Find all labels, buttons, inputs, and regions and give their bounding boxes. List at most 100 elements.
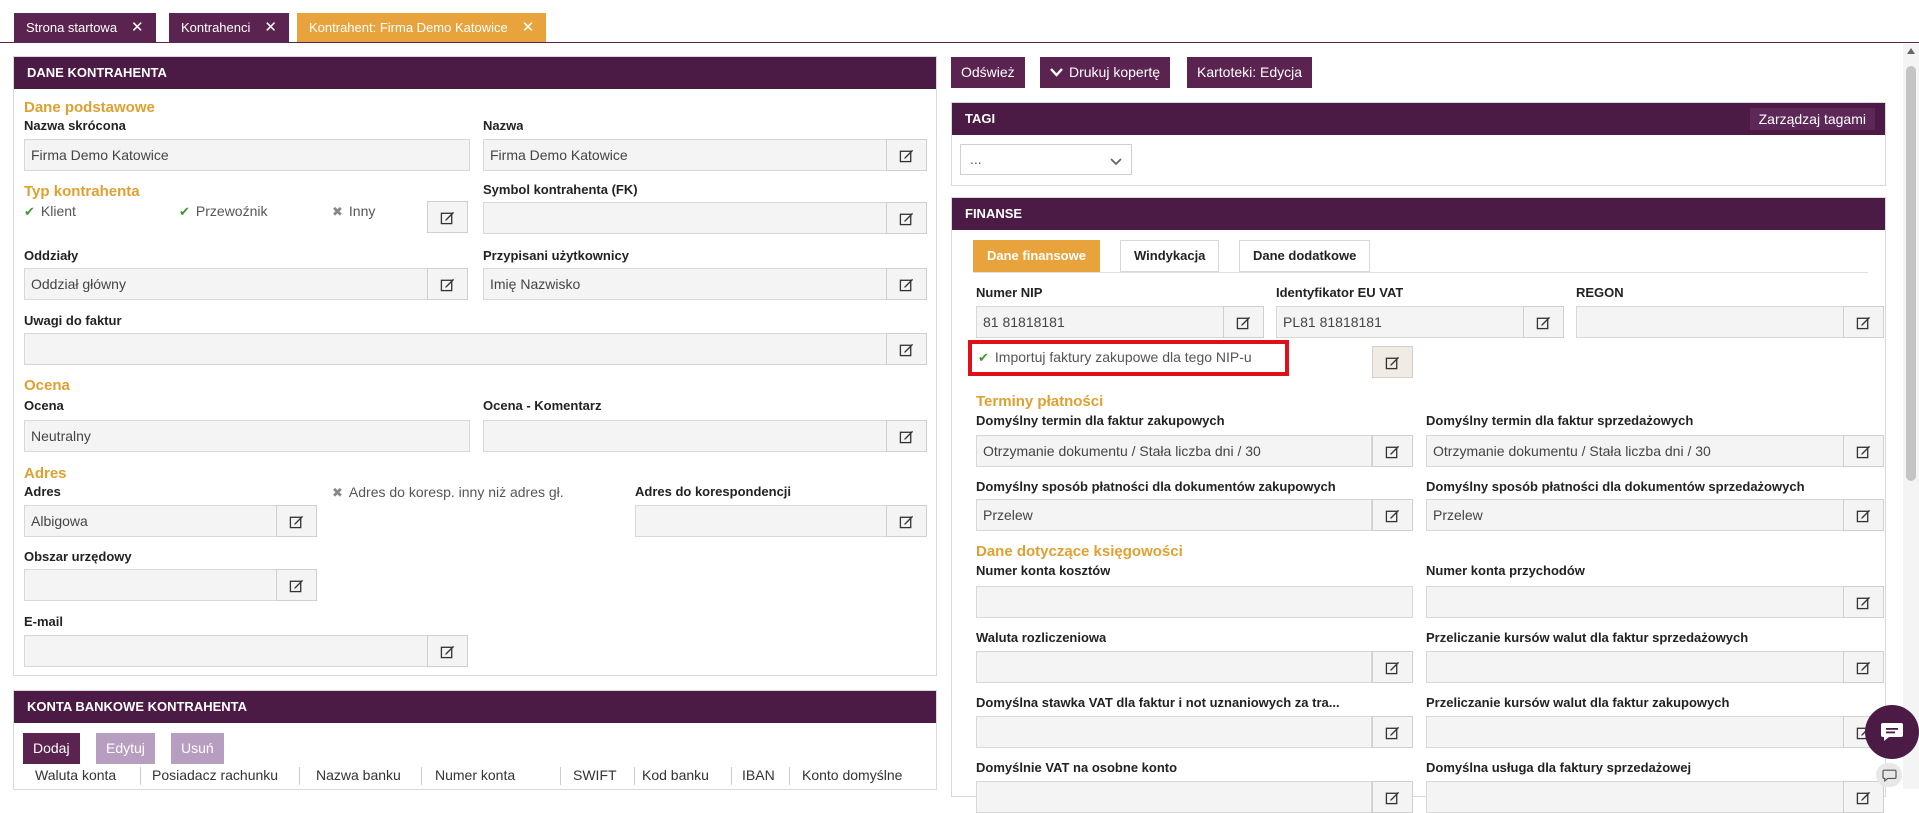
edit-eu-vat-button[interactable] <box>1523 306 1564 338</box>
term-sales-label: Domyślny termin dla faktur sprzedażowych <box>1426 413 1694 428</box>
edit-branches-button[interactable] <box>427 268 468 300</box>
name-field[interactable]: Firma Demo Katowice <box>483 139 887 171</box>
users-label: Przypisani użytkownicy <box>483 248 629 263</box>
vat-rate-field[interactable] <box>976 716 1372 748</box>
page-scrollbar[interactable] <box>1903 44 1919 789</box>
scroll-up-icon[interactable] <box>1907 48 1915 54</box>
nip-field[interactable]: 81 81818181 <box>976 306 1224 338</box>
edit-icon <box>1856 596 1871 609</box>
edit-term-sales-button[interactable] <box>1843 435 1884 467</box>
edit-name-button[interactable] <box>886 139 927 171</box>
tab-finance-data[interactable]: Dane finansowe <box>973 240 1100 272</box>
column-header[interactable]: Nazwa banku <box>316 767 401 783</box>
default-service-field[interactable] <box>1426 781 1844 813</box>
help-chat-button[interactable] <box>1876 763 1902 787</box>
currency-field[interactable] <box>976 651 1372 683</box>
edit-icon <box>899 278 914 291</box>
revenue-account-label: Numer konta przychodów <box>1426 563 1585 578</box>
term-purchase-field[interactable]: Otrzymanie dokumentu / Stała liczba dni … <box>976 435 1372 467</box>
eu-vat-field[interactable]: PL81 81818181 <box>1276 306 1524 338</box>
column-header[interactable]: Numer konta <box>435 767 515 783</box>
manage-tags-button[interactable]: Zarządzaj tagami <box>1749 108 1875 130</box>
edit-account-button[interactable]: Edytuj <box>96 733 155 764</box>
revenue-account-field[interactable] <box>1426 586 1844 618</box>
tab-contractors[interactable]: Kontrahenci ✕ <box>169 13 289 42</box>
term-sales-field[interactable]: Otrzymanie dokumentu / Stała liczba dni … <box>1426 435 1844 467</box>
edit-icon <box>1385 356 1400 369</box>
rating-comment-field[interactable] <box>483 420 887 452</box>
edit-default-service-button[interactable] <box>1843 781 1884 813</box>
address-field[interactable]: Albigowa <box>24 505 277 537</box>
tab-additional[interactable]: Dane dodatkowe <box>1239 240 1371 272</box>
edit-accounts-button[interactable] <box>1843 586 1884 618</box>
regon-field[interactable] <box>1576 306 1844 338</box>
tab-label: Strona startowa <box>26 20 118 35</box>
branches-field[interactable]: Oddział główny <box>24 268 428 300</box>
cost-account-field[interactable] <box>976 586 1413 618</box>
column-header[interactable]: Kod banku <box>642 767 709 783</box>
invoice-notes-field[interactable] <box>24 333 887 365</box>
files-edit-button[interactable]: Kartoteki: Edycja <box>1187 57 1313 88</box>
scrollbar-thumb[interactable] <box>1906 66 1916 481</box>
tab-collection[interactable]: Windykacja <box>1120 240 1220 272</box>
section-type: Typ kontrahenta <box>24 183 140 200</box>
edit-icon <box>1385 445 1400 458</box>
edit-vat-separate-button[interactable] <box>1372 781 1413 813</box>
delete-account-button[interactable]: Usuń <box>171 733 224 764</box>
pay-purchase-field[interactable]: Przelew <box>976 499 1372 531</box>
fx-sales-field[interactable] <box>1426 651 1844 683</box>
type-client-checkbox[interactable]: ✔ Klient <box>24 203 76 220</box>
tab-home[interactable]: Strona startowa ✕ <box>14 13 156 42</box>
edit-fx-sales-button[interactable] <box>1843 651 1884 683</box>
edit-users-button[interactable] <box>886 268 927 300</box>
column-header[interactable]: Konto domyślne <box>802 767 902 783</box>
tab-contractor-detail[interactable]: Kontrahent: Firma Demo Katowice ✕ <box>297 13 547 42</box>
print-envelope-button[interactable]: Drukuj kopertę <box>1040 57 1171 88</box>
edit-vat-rate-button[interactable] <box>1372 716 1413 748</box>
edit-symbol-button[interactable] <box>886 202 927 234</box>
tags-select[interactable]: ... <box>960 144 1132 175</box>
type-other-checkbox[interactable]: ✖ Inny <box>332 203 375 220</box>
close-icon[interactable]: ✕ <box>522 19 535 36</box>
edit-pay-sales-button[interactable] <box>1843 499 1884 531</box>
edit-regon-button[interactable] <box>1843 306 1884 338</box>
edit-corr-address-button[interactable] <box>886 505 927 537</box>
column-header[interactable]: SWIFT <box>573 767 617 783</box>
pay-sales-field[interactable]: Przelew <box>1426 499 1844 531</box>
column-header[interactable]: Posiadacz rachunku <box>152 767 278 783</box>
edit-office-area-button[interactable] <box>276 569 317 601</box>
close-icon[interactable]: ✕ <box>131 19 144 36</box>
office-area-field[interactable] <box>24 569 277 601</box>
edit-nip-button[interactable] <box>1223 306 1264 338</box>
symbol-field[interactable] <box>483 202 887 234</box>
edit-currency-button[interactable] <box>1372 651 1413 683</box>
vat-separate-field[interactable] <box>976 781 1372 813</box>
edit-email-button[interactable] <box>427 635 468 667</box>
edit-pay-purchase-button[interactable] <box>1372 499 1413 531</box>
short-name-field[interactable]: Firma Demo Katowice <box>24 139 470 171</box>
close-icon[interactable]: ✕ <box>264 19 277 36</box>
add-account-button[interactable]: Dodaj <box>23 733 80 764</box>
refresh-button[interactable]: Odśwież <box>951 57 1025 88</box>
rating-field[interactable]: Neutralny <box>24 420 470 452</box>
column-header[interactable]: Waluta konta <box>35 767 116 783</box>
edit-term-purchase-button[interactable] <box>1372 435 1413 467</box>
import-invoices-checkbox[interactable]: ✔ Importuj faktury zakupowe dla tego NIP-… <box>978 349 1252 366</box>
email-field[interactable] <box>24 635 428 667</box>
bank-accounts-panel: KONTA BANKOWE KONTRAHENTA Dodaj Edytuj U… <box>13 690 937 790</box>
edit-address-button[interactable] <box>276 505 317 537</box>
users-field[interactable]: Imię Nazwisko <box>483 268 887 300</box>
corr-address-checkbox[interactable]: ✖ Adres do koresp. inny niż adres gł. <box>332 484 564 501</box>
edit-import-button[interactable] <box>1372 346 1413 378</box>
edit-invoice-notes-button[interactable] <box>886 333 927 365</box>
fx-purchase-field[interactable] <box>1426 716 1844 748</box>
currency-label: Waluta rozliczeniowa <box>976 630 1107 645</box>
edit-icon <box>1856 445 1871 458</box>
type-carrier-checkbox[interactable]: ✔ Przewoźnik <box>179 203 268 220</box>
edit-rating-button[interactable] <box>886 420 927 452</box>
corr-address-field[interactable] <box>635 505 887 537</box>
edit-type-button[interactable] <box>427 201 468 233</box>
chat-button[interactable] <box>1865 705 1919 759</box>
contractor-data-panel: DANE KONTRAHENTA Dane podstawowe Nazwa s… <box>13 56 937 676</box>
column-header[interactable]: IBAN <box>742 767 775 783</box>
